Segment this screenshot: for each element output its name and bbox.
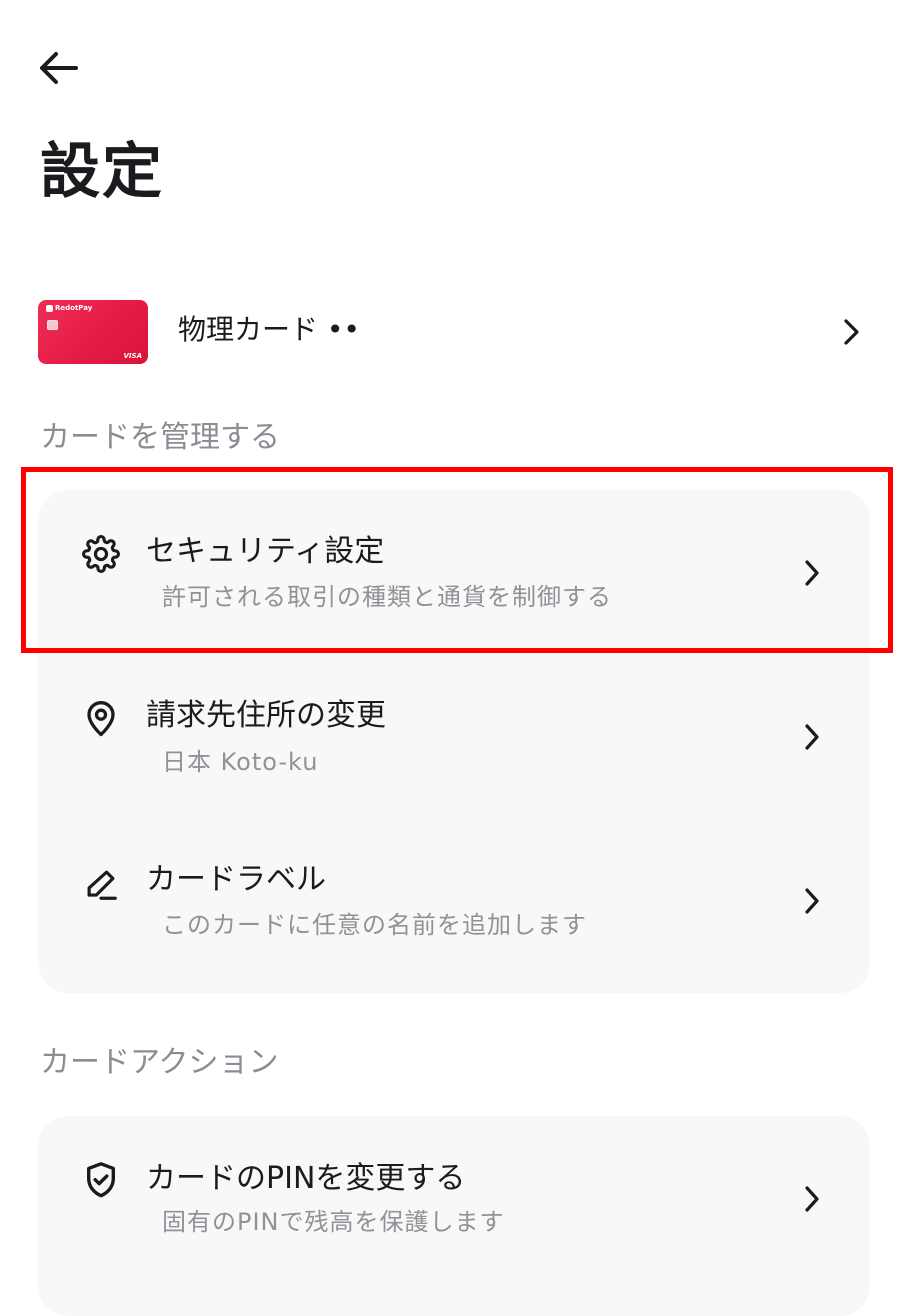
chevron-right-icon bbox=[805, 1186, 819, 1212]
chevron-right-icon bbox=[805, 888, 819, 914]
card-label-item[interactable]: カードラベル このカードに任意の名前を追加します bbox=[38, 818, 870, 982]
card-label-subtitle: このカードに任意の名前を追加します bbox=[162, 911, 587, 939]
physical-card-row[interactable]: RedotPay VISA 物理カード •• bbox=[38, 298, 874, 366]
manage-card-group: セキュリティ設定 許可される取引の種類と通貨を制御する 請求先住所の変更 日本 … bbox=[38, 490, 870, 993]
card-network-logo: VISA bbox=[123, 352, 142, 360]
security-settings-subtitle: 許可される取引の種類と通貨を制御する bbox=[162, 583, 612, 611]
page-title: 設定 bbox=[40, 137, 164, 207]
card-label-title: カードラベル bbox=[146, 862, 326, 897]
card-actions-group: カードのPINを変更する 固有のPINで残高を保護します bbox=[38, 1116, 870, 1316]
card-brand-logo: RedotPay bbox=[46, 304, 92, 312]
security-settings-title: セキュリティ設定 bbox=[146, 534, 385, 569]
back-button[interactable] bbox=[30, 44, 86, 92]
section-label-manage-card: カードを管理する bbox=[40, 420, 280, 455]
billing-address-title: 請求先住所の変更 bbox=[146, 698, 386, 733]
shield-check-icon bbox=[81, 1160, 121, 1200]
card-thumbnail: RedotPay VISA bbox=[38, 300, 148, 364]
pencil-icon bbox=[81, 864, 121, 904]
gear-icon bbox=[81, 534, 121, 574]
location-pin-icon bbox=[81, 698, 121, 738]
section-label-card-actions: カードアクション bbox=[40, 1045, 279, 1080]
card-chip bbox=[47, 320, 58, 330]
chevron-right-icon bbox=[844, 319, 859, 345]
billing-address-subtitle: 日本 Koto-ku bbox=[162, 748, 319, 776]
arrow-left-icon bbox=[40, 52, 78, 84]
change-pin-item[interactable]: カードのPINを変更する 固有のPINで残高を保護します bbox=[38, 1116, 870, 1280]
security-settings-item[interactable]: セキュリティ設定 許可される取引の種類と通貨を制御する bbox=[38, 490, 870, 654]
billing-address-item[interactable]: 請求先住所の変更 日本 Koto-ku bbox=[38, 654, 870, 818]
change-pin-subtitle: 固有のPINで残高を保護します bbox=[162, 1208, 505, 1236]
change-pin-title: カードのPINを変更する bbox=[146, 1161, 466, 1196]
chevron-right-icon bbox=[805, 560, 819, 586]
chevron-right-icon bbox=[805, 724, 819, 750]
card-label: 物理カード •• bbox=[178, 313, 360, 346]
